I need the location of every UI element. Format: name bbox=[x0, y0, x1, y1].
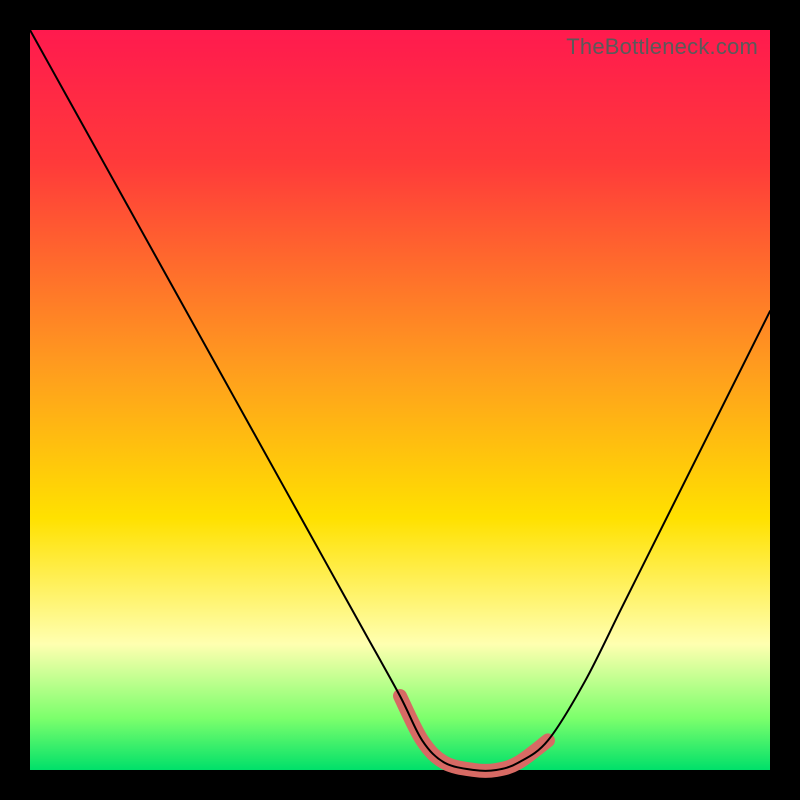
chart-frame: TheBottleneck.com bbox=[0, 0, 800, 800]
plot-area: TheBottleneck.com bbox=[30, 30, 770, 770]
bottleneck-curve bbox=[30, 30, 770, 771]
curve-layer bbox=[30, 30, 770, 770]
